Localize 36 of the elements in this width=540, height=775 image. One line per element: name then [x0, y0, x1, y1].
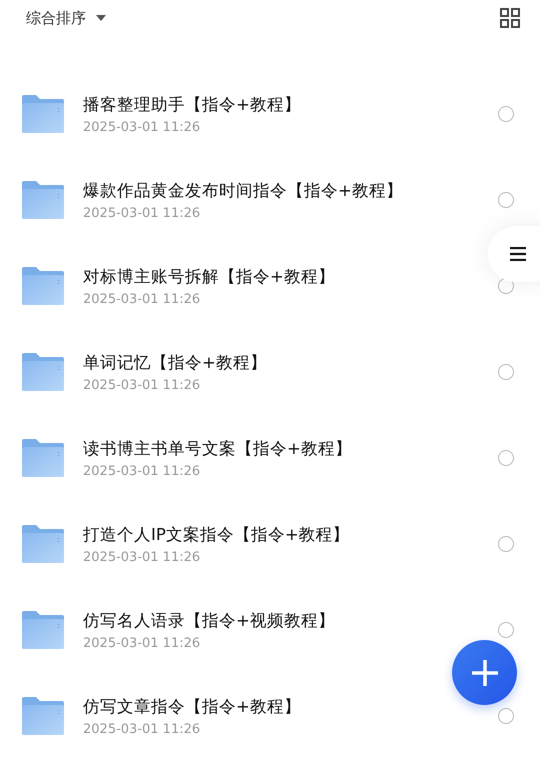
folder-icon — [22, 611, 64, 649]
file-name: 读书博主书单号文案【指令+教程】 — [83, 438, 353, 460]
file-date: 2025-03-01 11:26 — [83, 206, 202, 220]
file-name: 播客整理助手【指令+教程】 — [83, 94, 302, 116]
select-radio[interactable] — [498, 450, 514, 466]
caret-icon — [96, 15, 106, 21]
folder-icon — [22, 697, 64, 735]
sort-dropdown[interactable]: 综合排序 — [26, 8, 106, 28]
select-radio[interactable] — [498, 106, 514, 122]
file-name: 打造个人IP文案指令【指令+教程】 — [83, 524, 351, 546]
file-name: 爆款作品黄金发布时间指令【指令+教程】 — [83, 180, 404, 202]
file-date: 2025-03-01 11:26 — [83, 722, 202, 736]
file-date: 2025-03-01 11:26 — [83, 464, 202, 478]
folder-icon — [22, 525, 64, 563]
select-radio[interactable] — [498, 708, 514, 724]
folder-icon — [22, 95, 64, 133]
menu-icon — [510, 247, 526, 261]
select-radio[interactable] — [498, 622, 514, 638]
file-name: 单词记忆【指令+教程】 — [83, 352, 268, 374]
file-name: 仿写文章指令【指令+教程】 — [83, 696, 302, 718]
folder-icon — [22, 267, 64, 305]
folder-icon — [22, 181, 64, 219]
select-radio[interactable] — [498, 364, 514, 380]
folder-icon — [22, 353, 64, 391]
plus-icon — [472, 660, 498, 686]
file-name: 对标博主账号拆解【指令+教程】 — [83, 266, 336, 288]
grid-view-icon[interactable] — [500, 8, 520, 28]
file-date: 2025-03-01 11:26 — [83, 550, 202, 564]
select-radio[interactable] — [498, 192, 514, 208]
file-date: 2025-03-01 11:26 — [83, 636, 202, 650]
file-name: 仿写名人语录【指令+视频教程】 — [83, 610, 336, 632]
select-radio[interactable] — [498, 536, 514, 552]
folder-icon — [22, 439, 64, 477]
file-date: 2025-03-01 11:26 — [83, 292, 202, 306]
file-date: 2025-03-01 11:26 — [83, 378, 202, 392]
file-date: 2025-03-01 11:26 — [83, 120, 202, 134]
